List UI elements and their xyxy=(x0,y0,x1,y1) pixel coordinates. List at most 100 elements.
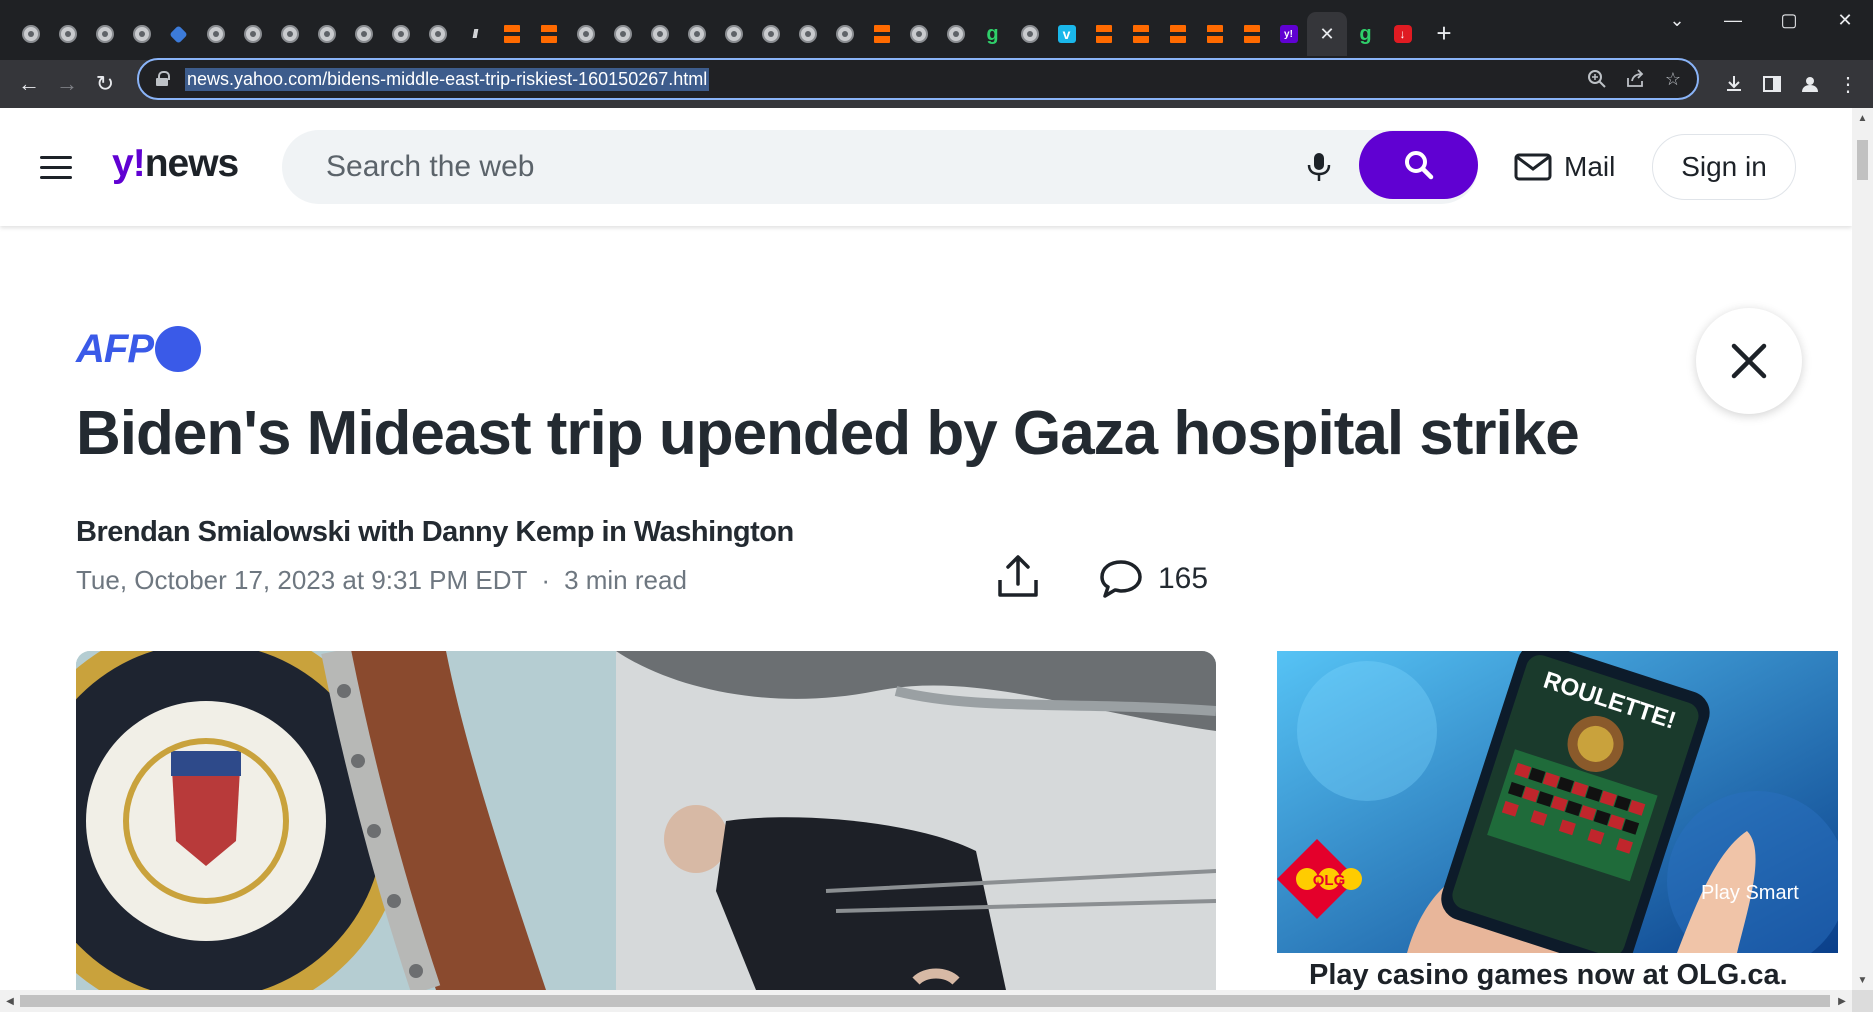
comment-count: 165 xyxy=(1158,562,1209,595)
tab[interactable] xyxy=(234,12,271,56)
globe-icon xyxy=(243,25,262,43)
scroll-right-arrow-icon[interactable]: ▶ xyxy=(1832,990,1852,1012)
profile-icon[interactable] xyxy=(1791,65,1829,103)
sign-in-button[interactable]: Sign in xyxy=(1652,134,1796,200)
close-icon[interactable]: ✕ xyxy=(1318,24,1336,44)
yahoo-header: y!news Mail Sign in xyxy=(0,108,1852,226)
horizontal-scrollbar[interactable]: ◀ ▶ xyxy=(0,990,1852,1012)
tab[interactable] xyxy=(863,12,900,56)
tab[interactable] xyxy=(382,12,419,56)
source-name: AFP xyxy=(76,326,154,371)
globe-icon xyxy=(206,25,225,43)
tab[interactable] xyxy=(567,12,604,56)
globe-icon xyxy=(58,25,77,43)
url-text[interactable]: news.yahoo.com/bidens-middle-east-trip-r… xyxy=(185,67,710,91)
scroll-up-arrow-icon[interactable]: ▲ xyxy=(1852,108,1873,128)
close-window-icon[interactable]: ✕ xyxy=(1817,0,1873,40)
tab[interactable] xyxy=(715,12,752,56)
search-button[interactable] xyxy=(1359,131,1478,199)
search-box xyxy=(282,130,1478,204)
scroll-left-arrow-icon[interactable]: ◀ xyxy=(0,990,20,1012)
download-icon[interactable] xyxy=(1715,65,1753,103)
tab-active[interactable]: ✕ xyxy=(1307,12,1347,56)
window-controls: ⌄ — ▢ ✕ xyxy=(1649,0,1873,40)
maximize-icon[interactable]: ▢ xyxy=(1761,0,1817,40)
lock-icon[interactable] xyxy=(155,71,171,87)
back-button[interactable]: ← xyxy=(10,65,48,103)
article-hero-image[interactable] xyxy=(76,651,1216,990)
page-viewport: y!news Mail Sign in AFP Biden's Mideast … xyxy=(0,108,1852,990)
source-logo[interactable]: AFP xyxy=(76,326,201,372)
tab[interactable] xyxy=(900,12,937,56)
tab[interactable]: y! xyxy=(1270,12,1307,56)
tab[interactable] xyxy=(530,12,567,56)
tab[interactable] xyxy=(789,12,826,56)
tab[interactable] xyxy=(12,12,49,56)
search-input[interactable] xyxy=(326,130,1226,204)
globe-icon xyxy=(132,25,151,43)
article-byline: Brendan Smialowski with Danny Kemp in Wa… xyxy=(76,516,794,548)
globe-icon xyxy=(724,25,743,43)
tab[interactable] xyxy=(1196,12,1233,56)
tab[interactable] xyxy=(1233,12,1270,56)
tab[interactable]: g xyxy=(1347,12,1384,56)
tab[interactable] xyxy=(345,12,382,56)
address-bar[interactable]: news.yahoo.com/bidens-middle-east-trip-r… xyxy=(137,58,1699,100)
tab[interactable]: ↓ xyxy=(1384,12,1421,56)
tab[interactable] xyxy=(1122,12,1159,56)
mail-link[interactable]: Mail xyxy=(1514,146,1615,188)
scroll-down-arrow-icon[interactable]: ▼ xyxy=(1852,970,1873,990)
comment-bubble-icon xyxy=(1100,560,1142,598)
tab[interactable] xyxy=(641,12,678,56)
new-tab-button[interactable]: + xyxy=(1427,16,1461,50)
tab[interactable] xyxy=(271,12,308,56)
logo-y: y! xyxy=(112,142,146,185)
tab[interactable]: v xyxy=(1048,12,1085,56)
menu-kebab-icon[interactable]: ⋮ xyxy=(1829,65,1867,103)
share-page-icon[interactable] xyxy=(1621,65,1649,93)
tab[interactable] xyxy=(197,12,234,56)
tab[interactable]: g xyxy=(974,12,1011,56)
microphone-icon[interactable] xyxy=(1302,150,1336,184)
vimeo-icon: v xyxy=(1057,25,1076,43)
close-article-button[interactable] xyxy=(1696,308,1802,414)
bookmark-star-icon[interactable]: ☆ xyxy=(1659,65,1687,93)
tab[interactable] xyxy=(86,12,123,56)
vertical-scroll-thumb[interactable] xyxy=(1857,140,1868,180)
share-button[interactable] xyxy=(995,554,1041,600)
tab[interactable] xyxy=(1159,12,1196,56)
ad-image[interactable]: ROULETTE! OLG Play Smart xyxy=(1277,651,1838,953)
tab[interactable] xyxy=(678,12,715,56)
yahoo-news-logo[interactable]: y!news xyxy=(112,142,239,186)
tab[interactable] xyxy=(308,12,345,56)
horizontal-scroll-thumb[interactable] xyxy=(20,995,1830,1007)
zoom-icon[interactable] xyxy=(1583,65,1611,93)
tab[interactable]: /// xyxy=(456,12,493,56)
ad-headline[interactable]: Play casino games now at OLG.ca. xyxy=(1309,959,1788,990)
vertical-scrollbar[interactable]: ▲ ▼ xyxy=(1852,108,1873,990)
tab[interactable] xyxy=(752,12,789,56)
forward-button[interactable]: → xyxy=(48,65,86,103)
tab-search-icon[interactable]: ⌄ xyxy=(1649,0,1705,40)
minimize-icon[interactable]: — xyxy=(1705,0,1761,40)
mail-icon xyxy=(1514,153,1552,181)
hamburger-menu-icon[interactable] xyxy=(40,154,72,180)
tab[interactable] xyxy=(123,12,160,56)
tab[interactable] xyxy=(49,12,86,56)
tab[interactable] xyxy=(1085,12,1122,56)
comments-button[interactable]: 165 xyxy=(1098,558,1208,600)
yahoo-icon: y! xyxy=(1279,25,1298,43)
tab[interactable] xyxy=(826,12,863,56)
tab[interactable] xyxy=(419,12,456,56)
tab[interactable] xyxy=(937,12,974,56)
side-panel-icon[interactable] xyxy=(1753,65,1791,103)
globe-icon xyxy=(835,25,854,43)
reload-button[interactable]: ↻ xyxy=(86,65,124,103)
advertisement[interactable]: ROULETTE! OLG Play Smart Play casino gam… xyxy=(1277,651,1838,990)
globe-icon xyxy=(798,25,817,43)
globe-icon xyxy=(21,25,40,43)
tab[interactable] xyxy=(493,12,530,56)
tab[interactable] xyxy=(1011,12,1048,56)
tab[interactable] xyxy=(160,12,197,56)
tab[interactable] xyxy=(604,12,641,56)
